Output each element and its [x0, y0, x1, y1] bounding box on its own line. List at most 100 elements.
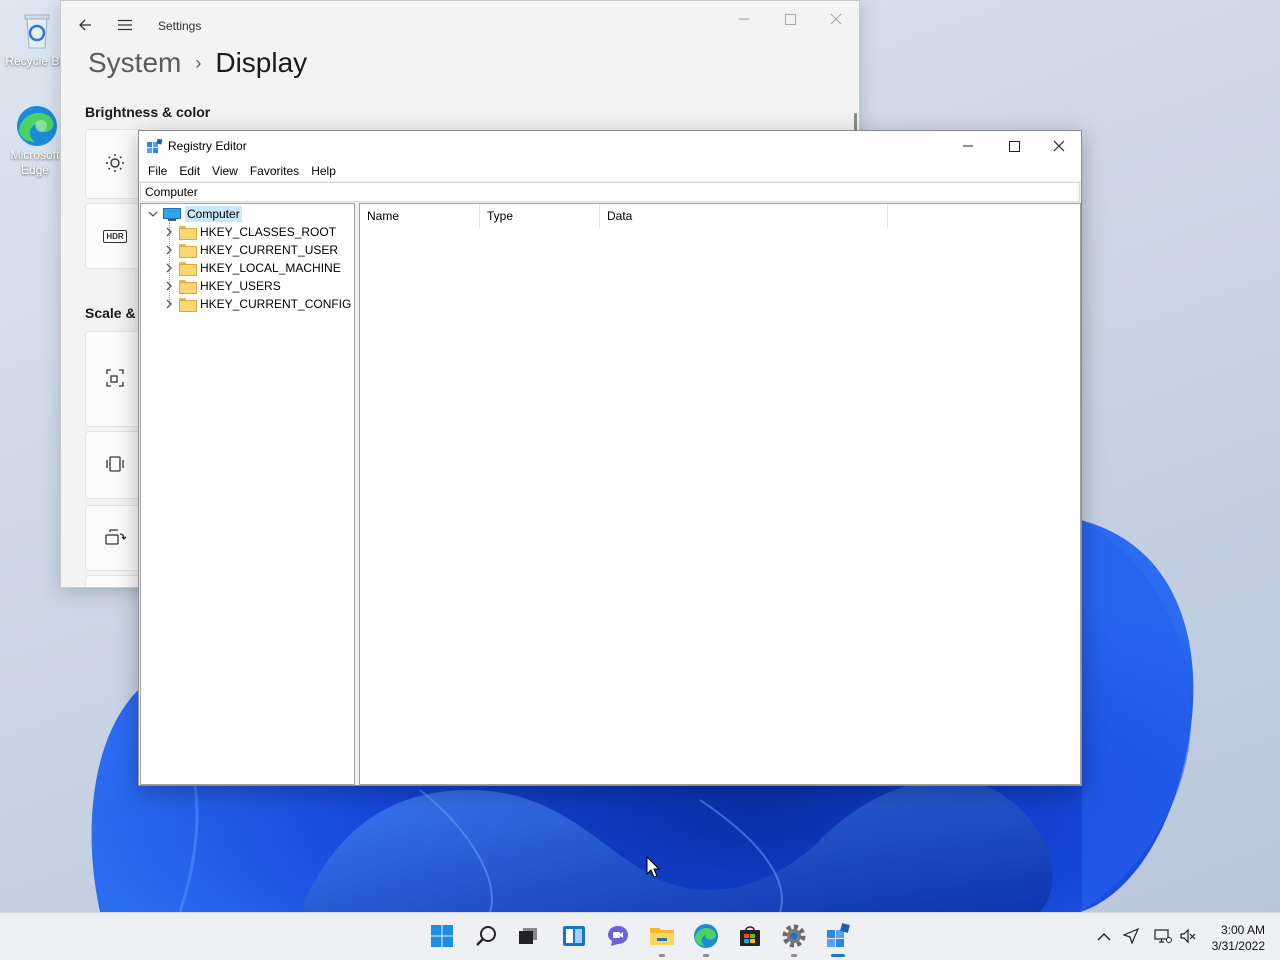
breadcrumb-system[interactable]: System: [88, 47, 181, 79]
network-icon: [1154, 928, 1172, 947]
registry-editor-window[interactable]: Registry Editor File Edit View Favorites…: [138, 130, 1082, 786]
computer-icon: [163, 207, 181, 221]
resolution-card[interactable]: [85, 431, 145, 499]
folder-icon: [179, 280, 197, 294]
volume-tray-button[interactable]: [1178, 927, 1198, 947]
show-hidden-icons-button[interactable]: [1094, 927, 1114, 947]
search-icon: [475, 924, 499, 951]
resolution-icon: [105, 455, 125, 476]
settings-button[interactable]: [778, 921, 810, 957]
chevron-up-icon: [1097, 929, 1111, 945]
tree-node-label: Computer: [185, 206, 242, 222]
page-title: Display: [215, 47, 308, 78]
running-indicator: [703, 954, 709, 957]
chat-icon: [606, 924, 630, 951]
chevron-right-icon[interactable]: [163, 226, 175, 238]
location-tray-button[interactable]: [1121, 927, 1141, 947]
tree-node-hkey-classes-root[interactable]: HKEY_CLASSES_ROOT: [163, 223, 336, 241]
regedit-maximize-button[interactable]: [991, 131, 1037, 161]
brightness-icon: [105, 153, 125, 176]
tree-node-label: HKEY_USERS: [200, 279, 281, 293]
file-explorer-button[interactable]: [646, 921, 678, 957]
settings-app-title: Settings: [158, 19, 202, 33]
running-indicator: [659, 954, 665, 957]
registry-values-pane[interactable]: Name Type Data: [359, 203, 1081, 785]
settings-icon: [781, 923, 807, 952]
chevron-right-icon[interactable]: [163, 298, 175, 310]
regedit-minimize-button[interactable]: [945, 131, 991, 161]
chevron-down-icon[interactable]: [147, 208, 159, 220]
regedit-taskbar-button[interactable]: [822, 921, 854, 957]
start-icon: [430, 924, 454, 951]
recycle-bin-icon: [17, 10, 57, 50]
menu-file[interactable]: File: [142, 161, 173, 181]
column-header-type[interactable]: Type: [480, 204, 600, 228]
task-view-icon: [516, 924, 540, 951]
regedit-menubar: File Edit View Favorites Help: [139, 161, 1081, 181]
task-view-button[interactable]: [512, 921, 544, 953]
edge-button[interactable]: [690, 921, 722, 957]
running-indicator: [791, 954, 797, 957]
taskbar-search-button[interactable]: [471, 921, 503, 953]
file-explorer-icon: [649, 924, 675, 951]
widgets-button[interactable]: [558, 921, 590, 953]
settings-minimize-button[interactable]: [729, 9, 759, 29]
tree-node-hkey-users[interactable]: HKEY_USERS: [163, 277, 281, 295]
folder-icon: [179, 226, 197, 240]
hamburger-menu-icon[interactable]: [115, 15, 135, 35]
breadcrumb: System › Display: [88, 47, 307, 79]
brightness-card[interactable]: [85, 129, 145, 199]
chevron-right-icon[interactable]: [163, 244, 175, 256]
scale-card[interactable]: [85, 331, 145, 427]
menu-edit[interactable]: Edit: [173, 161, 206, 181]
column-header-data[interactable]: Data: [600, 204, 888, 228]
column-header-name[interactable]: Name: [360, 204, 480, 228]
chevron-right-icon[interactable]: [163, 262, 175, 274]
mouse-cursor-icon: [646, 855, 661, 881]
settings-titlebar[interactable]: Settings: [61, 1, 859, 51]
hdr-icon: HDR: [103, 229, 127, 243]
edge-icon: [693, 923, 719, 952]
tree-node-label: HKEY_LOCAL_MACHINE: [200, 261, 341, 275]
menu-view[interactable]: View: [206, 161, 244, 181]
menu-favorites[interactable]: Favorites: [244, 161, 305, 181]
store-button[interactable]: [734, 921, 766, 953]
folder-icon: [179, 298, 197, 312]
regedit-close-button[interactable]: [1036, 131, 1082, 161]
settings-close-button[interactable]: [821, 9, 851, 29]
back-arrow-icon[interactable]: [75, 15, 95, 35]
start-button[interactable]: [426, 921, 458, 953]
network-tray-button[interactable]: [1153, 927, 1173, 947]
tree-node-hkey-local-machine[interactable]: HKEY_LOCAL_MACHINE: [163, 259, 341, 277]
chevron-right-icon[interactable]: [163, 280, 175, 292]
tree-node-hkey-current-config[interactable]: HKEY_CURRENT_CONFIG: [163, 295, 351, 313]
folder-icon: [179, 244, 197, 258]
clock-time: 3:00 AM: [1220, 923, 1265, 937]
chat-button[interactable]: [602, 921, 634, 953]
scale-icon: [105, 368, 125, 391]
widgets-icon: [562, 924, 586, 951]
regedit-app-icon: [147, 138, 163, 155]
registry-tree-pane[interactable]: Computer HKEY_CLASSES_ROOT HKEY_CURRENT_…: [140, 203, 355, 785]
chevron-right-icon: ›: [195, 52, 202, 73]
tree-node-computer[interactable]: Computer: [147, 205, 242, 223]
menu-help[interactable]: Help: [305, 161, 342, 181]
active-indicator: [831, 954, 845, 957]
tree-node-label: HKEY_CLASSES_ROOT: [200, 225, 337, 239]
settings-maximize-button[interactable]: [775, 9, 805, 29]
orientation-card[interactable]: [85, 505, 145, 571]
taskbar-clock[interactable]: 3:00 AM 3/31/2022: [1212, 922, 1265, 954]
section-scale-layout: Scale & l: [85, 305, 144, 321]
store-icon: [738, 924, 762, 951]
regedit-icon: [825, 922, 851, 952]
clock-date: 3/31/2022: [1211, 939, 1265, 953]
tree-node-hkey-current-user[interactable]: HKEY_CURRENT_USER: [163, 241, 338, 259]
hdr-card[interactable]: HDR: [85, 203, 145, 269]
regedit-titlebar[interactable]: Registry Editor: [139, 131, 1081, 161]
settings-card-partial[interactable]: [85, 575, 145, 587]
regedit-address-bar[interactable]: Computer: [140, 182, 1080, 202]
volume-muted-icon: [1179, 928, 1197, 947]
edge-icon: [15, 104, 57, 146]
section-brightness-color: Brightness & color: [85, 104, 211, 120]
orientation-icon: [104, 528, 127, 549]
